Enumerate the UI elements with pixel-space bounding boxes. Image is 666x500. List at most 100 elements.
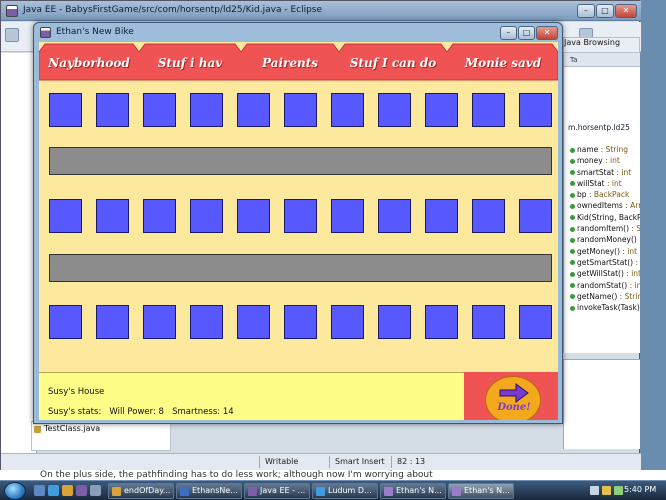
house-tile[interactable]	[472, 305, 505, 339]
blog-text: On the plus side, the pathfinding has to…	[40, 470, 433, 480]
new-file-icon[interactable]	[5, 28, 19, 42]
game-minimize-button[interactable]: –	[500, 26, 517, 40]
outline-item[interactable]: smartStat : int	[570, 168, 640, 179]
house-tile[interactable]	[96, 199, 129, 233]
show-desktop-icon[interactable]	[34, 485, 45, 496]
tab-monie-savd[interactable]: Monie savd	[453, 56, 553, 72]
tab-stuf-i-hav[interactable]: Stuf i hav	[145, 56, 235, 72]
volume-icon[interactable]	[602, 486, 611, 495]
house-tile[interactable]	[378, 93, 411, 127]
quicklaunch-icon[interactable]	[90, 485, 101, 496]
house-tile[interactable]	[284, 199, 317, 233]
taskbar-button[interactable]: endOfDay...	[108, 483, 174, 499]
outline-item[interactable]: Kid(String, BackPa	[570, 213, 640, 224]
task-app-icon	[248, 487, 257, 496]
outline-item-name: money	[577, 156, 603, 166]
outline-item[interactable]: willStat : int	[570, 179, 640, 190]
minimize-button[interactable]: –	[577, 4, 595, 18]
house-tile[interactable]	[331, 93, 364, 127]
taskbar-button[interactable]: Ethan's N...	[448, 483, 514, 499]
house-tile[interactable]	[331, 199, 364, 233]
house-tile[interactable]	[237, 305, 270, 339]
house-tile[interactable]	[425, 199, 458, 233]
outline-panel: Ta m.horsentp.ld25 name : String money : …	[563, 53, 640, 353]
network-icon[interactable]	[590, 486, 599, 495]
game-close-button[interactable]: ✕	[536, 26, 558, 40]
ie-icon[interactable]	[48, 485, 59, 496]
start-button[interactable]	[4, 482, 26, 500]
house-tile[interactable]	[96, 305, 129, 339]
outline-tab[interactable]: Ta	[564, 53, 640, 67]
house-tile[interactable]	[472, 199, 505, 233]
house-tile[interactable]	[49, 305, 82, 339]
close-button[interactable]: ✕	[615, 4, 637, 18]
taskbar-button[interactable]: Ludum D...	[312, 483, 378, 499]
house-tile[interactable]	[519, 93, 552, 127]
house-tile[interactable]	[190, 305, 223, 339]
house-tile[interactable]	[519, 305, 552, 339]
house-tile[interactable]	[49, 93, 82, 127]
taskbar-button[interactable]: Java EE - ...	[244, 483, 310, 499]
stats-line: Susy's stats: Will Power: 8 Smartness: 1…	[48, 407, 234, 417]
tab-pairents[interactable]: Pairents	[247, 56, 333, 72]
outline-item[interactable]: randomStat() : int	[570, 281, 640, 292]
outline-item[interactable]: name : String	[570, 145, 640, 156]
tab-stuf-i-can-do[interactable]: Stuf I can do	[345, 56, 441, 72]
outline-item-name: getMoney()	[577, 246, 621, 256]
house-tile[interactable]	[237, 199, 270, 233]
status-cursor-position: 82 : 13	[397, 457, 426, 466]
eclipse-icon[interactable]	[76, 485, 87, 496]
house-tile[interactable]	[378, 305, 411, 339]
member-icon	[570, 294, 575, 300]
member-icon	[570, 271, 575, 277]
house-tile[interactable]	[190, 199, 223, 233]
clock[interactable]: 5:40 PM	[624, 485, 656, 494]
house-tile[interactable]	[96, 93, 129, 127]
taskbar-button-label: endOfDay...	[124, 486, 171, 495]
house-tile[interactable]	[143, 199, 176, 233]
house-tile[interactable]	[143, 93, 176, 127]
outline-item[interactable]: money : int	[570, 156, 640, 167]
stats-prefix: Susy's stats:	[48, 407, 102, 417]
outline-item[interactable]: ownedItems : Arra	[570, 201, 640, 212]
outline-item-type: : int	[602, 156, 620, 166]
house-tile[interactable]	[190, 93, 223, 127]
task-app-icon	[180, 487, 189, 496]
outline-item-name: randomItem()	[577, 224, 630, 234]
member-icon	[570, 283, 575, 289]
outline-item[interactable]: getMoney() : int	[570, 247, 640, 258]
outline-item[interactable]: getName() : String	[570, 292, 640, 303]
folder-icon[interactable]	[62, 485, 73, 496]
house-tile[interactable]	[425, 93, 458, 127]
house-tile[interactable]	[331, 305, 364, 339]
outline-item[interactable]: randomItem() : St	[570, 224, 640, 235]
outline-item-name: randomStat()	[577, 280, 628, 290]
game-maximize-button[interactable]: □	[518, 26, 535, 40]
house-tile[interactable]	[425, 305, 458, 339]
game-canvas: Nayborhood Stuf i hav Pairents Stuf I ca…	[39, 42, 558, 420]
house-tile[interactable]	[49, 199, 82, 233]
outline-item[interactable]: bp : BackPack	[570, 190, 640, 201]
outline-item[interactable]: randomMoney() :	[570, 235, 640, 246]
taskbar-button[interactable]: Ethan's N...	[380, 483, 446, 499]
house-tile[interactable]	[237, 93, 270, 127]
outline-item[interactable]: getWillStat() : int	[570, 269, 640, 280]
house-tile[interactable]	[519, 199, 552, 233]
outline-item[interactable]: invokeTask(Task)	[570, 303, 640, 314]
outline-item-type: : BackPack	[586, 190, 630, 200]
house-tile[interactable]	[378, 199, 411, 233]
done-button[interactable]: Done!	[485, 376, 541, 420]
file-item-testclass[interactable]: TestClass.java	[44, 424, 100, 433]
member-icon	[570, 249, 575, 255]
house-tile[interactable]	[284, 93, 317, 127]
house-tile[interactable]	[284, 305, 317, 339]
tab-nayborhood[interactable]: Nayborhood	[45, 56, 133, 72]
taskbar-button[interactable]: EthansNe...	[176, 483, 242, 499]
house-tile[interactable]	[472, 93, 505, 127]
outline-item[interactable]: getSmartStat() : in	[570, 258, 640, 269]
member-icon	[570, 181, 575, 187]
house-tile[interactable]	[143, 305, 176, 339]
tray-app-icon[interactable]	[614, 486, 623, 495]
maximize-button[interactable]: □	[596, 4, 614, 18]
perspective-switcher[interactable]: Java Browsing	[563, 37, 640, 53]
